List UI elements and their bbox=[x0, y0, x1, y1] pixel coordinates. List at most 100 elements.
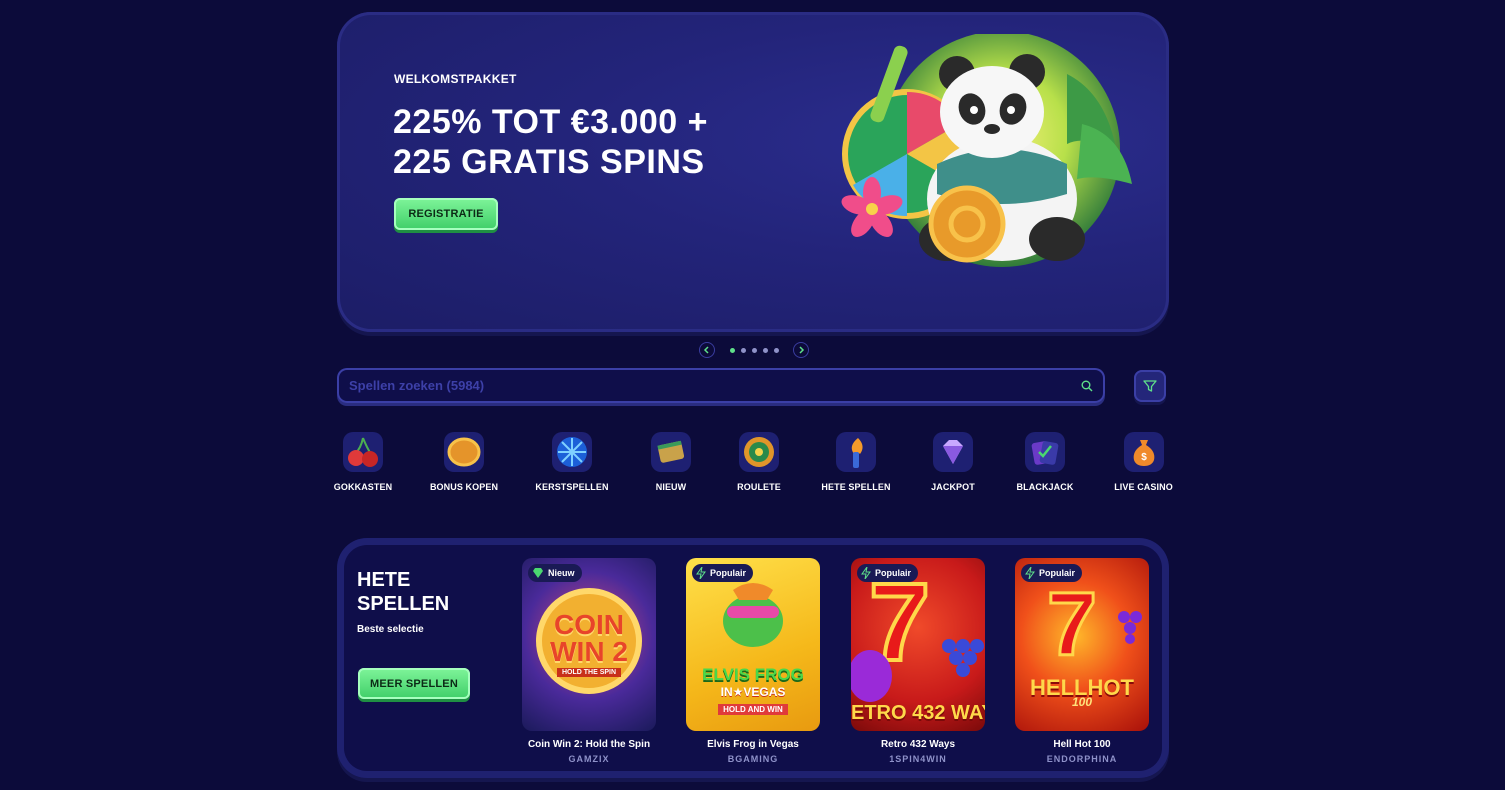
game-logo-seven: 7 bbox=[1045, 575, 1098, 675]
section-subtitle: Beste selectie bbox=[357, 624, 424, 635]
game-title[interactable]: Elvis Frog in Vegas bbox=[686, 739, 820, 750]
new-badge: Nieuw bbox=[528, 564, 582, 582]
category-label: HETE SPELLEN bbox=[821, 482, 891, 492]
snowflake-icon bbox=[552, 432, 592, 472]
category-kerstspellen[interactable]: KERSTSPELLEN bbox=[535, 432, 609, 492]
badge-label: Nieuw bbox=[548, 568, 575, 578]
chevron-left-icon bbox=[703, 346, 709, 354]
popular-badge: Populair bbox=[692, 564, 754, 582]
game-thumbnail[interactable]: COIN WIN 2 HOLD THE SPIN Nieuw bbox=[522, 558, 656, 731]
gem-icon bbox=[533, 568, 543, 578]
filter-icon bbox=[1143, 380, 1157, 392]
category-label: NIEUW bbox=[655, 482, 687, 492]
popular-badge: Populair bbox=[1021, 564, 1083, 582]
lightning-icon bbox=[1025, 567, 1035, 579]
game-title[interactable]: Coin Win 2: Hold the Spin bbox=[522, 739, 656, 750]
diamond-icon bbox=[933, 432, 973, 472]
category-label: KERSTSPELLEN bbox=[535, 482, 609, 492]
coin-icon bbox=[444, 432, 484, 472]
section-title-line2: SPELLEN bbox=[357, 593, 450, 615]
category-nav: GOKKASTEN BONUS KOPEN KERSTSPELLEN NIEUW… bbox=[333, 432, 1173, 492]
badge-label: Populair bbox=[710, 568, 747, 578]
game-search-bar bbox=[337, 368, 1105, 403]
game-logo-line: 100 bbox=[1071, 695, 1093, 709]
filter-button[interactable] bbox=[1134, 370, 1166, 402]
panda-mascot-illustration bbox=[841, 34, 1132, 267]
section-title-line1: HETE bbox=[357, 569, 411, 591]
category-jackpot[interactable]: JACKPOT bbox=[931, 432, 975, 492]
hero-title: 225% TOT €3.000 + 225 GRATIS SPINS bbox=[393, 102, 753, 182]
category-hete-spellen[interactable]: HETE SPELLEN bbox=[821, 432, 891, 492]
roulette-icon bbox=[739, 432, 779, 472]
game-card[interactable]: 7 ETRO 432 WAY Populair Retro 432 Ways 1… bbox=[851, 558, 985, 764]
hero-title-line1: 225% TOT €3.000 + bbox=[393, 103, 709, 141]
torch-icon bbox=[836, 432, 876, 472]
corner-notch bbox=[1157, 320, 1169, 332]
more-games-button[interactable]: MEER SPELLEN bbox=[358, 668, 470, 699]
category-live-casino[interactable]: $ LIVE CASINO bbox=[1114, 432, 1173, 492]
popular-badge: Populair bbox=[857, 564, 919, 582]
carousel-pager bbox=[699, 340, 809, 360]
game-logo-tagline: HOLD THE SPIN bbox=[556, 668, 622, 677]
category-bonus-kopen[interactable]: BONUS KOPEN bbox=[430, 432, 498, 492]
cards-icon bbox=[1025, 432, 1065, 472]
category-label: BLACKJACK bbox=[1016, 482, 1074, 492]
category-blackjack[interactable]: BLACKJACK bbox=[1017, 432, 1073, 492]
badge-label: Populair bbox=[875, 568, 912, 578]
register-button[interactable]: REGISTRATIE bbox=[394, 198, 498, 230]
hero-title-line2: 225 GRATIS SPINS bbox=[393, 143, 705, 181]
section-title: HETE SPELLEN bbox=[357, 568, 449, 616]
category-label: LIVE CASINO bbox=[1114, 482, 1173, 492]
game-card[interactable]: 7 HELLHOT 100 Populair Hell Hot 100 ENDO… bbox=[1015, 558, 1149, 764]
category-gokkasten[interactable]: GOKKASTEN bbox=[333, 432, 393, 492]
game-card[interactable]: ELVIS FROG IN★VEGAS HOLD AND WIN Populai… bbox=[686, 558, 820, 764]
game-title[interactable]: Hell Hot 100 bbox=[1015, 739, 1149, 750]
category-label: JACKPOT bbox=[931, 482, 975, 492]
game-thumbnail[interactable]: 7 HELLHOT 100 Populair bbox=[1015, 558, 1149, 731]
carousel-dot[interactable] bbox=[740, 347, 746, 353]
carousel-next-button[interactable] bbox=[793, 342, 809, 358]
game-provider: BGAMING bbox=[727, 754, 779, 764]
game-logo-line: WIN 2 bbox=[550, 636, 628, 667]
game-logo-line: COIN bbox=[554, 609, 624, 640]
category-label: GOKKASTEN bbox=[333, 482, 393, 492]
search-icon[interactable] bbox=[1081, 380, 1093, 392]
carousel-dot[interactable] bbox=[751, 347, 757, 353]
money-bag-icon: $ bbox=[1123, 432, 1164, 472]
chevron-right-icon bbox=[799, 346, 805, 354]
hero-banner[interactable]: WELKOMSTPAKKET 225% TOT €3.000 + 225 GRA… bbox=[337, 12, 1169, 332]
game-thumbnail-art: COIN WIN 2 HOLD THE SPIN bbox=[522, 558, 656, 731]
game-logo-line: IN★VEGAS bbox=[720, 685, 786, 699]
game-provider: GAMZIX bbox=[568, 754, 610, 764]
game-thumbnail[interactable]: ELVIS FROG IN★VEGAS HOLD AND WIN Populai… bbox=[686, 558, 820, 731]
carousel-dot[interactable] bbox=[773, 347, 779, 353]
search-input[interactable] bbox=[349, 378, 1081, 393]
scroll-icon bbox=[651, 432, 691, 472]
game-thumbnail-art: 7 ETRO 432 WAY bbox=[851, 558, 985, 731]
cherries-icon bbox=[343, 432, 383, 472]
corner-notch bbox=[337, 12, 349, 24]
carousel-prev-button[interactable] bbox=[699, 342, 715, 358]
carousel-dot[interactable] bbox=[729, 347, 735, 353]
game-logo-line: ETRO 432 WAY bbox=[851, 702, 985, 724]
game-logo-tagline: HOLD AND WIN bbox=[718, 704, 788, 715]
corner-notch bbox=[1157, 12, 1169, 24]
game-logo: ELVIS FROG IN★VEGAS HOLD AND WIN bbox=[686, 665, 820, 717]
category-nieuw[interactable]: NIEUW bbox=[651, 432, 691, 492]
game-thumbnail-art: 7 HELLHOT 100 bbox=[1015, 558, 1149, 731]
category-roulete[interactable]: ROULETE bbox=[737, 432, 781, 492]
game-thumbnail-art: ELVIS FROG IN★VEGAS HOLD AND WIN bbox=[686, 558, 820, 731]
page-content: WELKOMSTPAKKET 225% TOT €3.000 + 225 GRA… bbox=[333, 0, 1173, 790]
game-card[interactable]: COIN WIN 2 HOLD THE SPIN Nieuw Coin Win … bbox=[522, 558, 656, 764]
lightning-icon bbox=[696, 567, 706, 579]
corner-notch bbox=[337, 320, 349, 332]
badge-label: Populair bbox=[1039, 568, 1076, 578]
carousel-dot[interactable] bbox=[762, 347, 768, 353]
game-thumbnail[interactable]: 7 ETRO 432 WAY Populair bbox=[851, 558, 985, 731]
category-label: BONUS KOPEN bbox=[429, 482, 499, 492]
carousel-dots bbox=[729, 347, 779, 353]
category-label: ROULETE bbox=[737, 482, 781, 492]
svg-text:$: $ bbox=[1141, 452, 1147, 463]
game-title[interactable]: Retro 432 Ways bbox=[851, 739, 985, 750]
game-provider: 1SPIN4WIN bbox=[889, 754, 947, 764]
